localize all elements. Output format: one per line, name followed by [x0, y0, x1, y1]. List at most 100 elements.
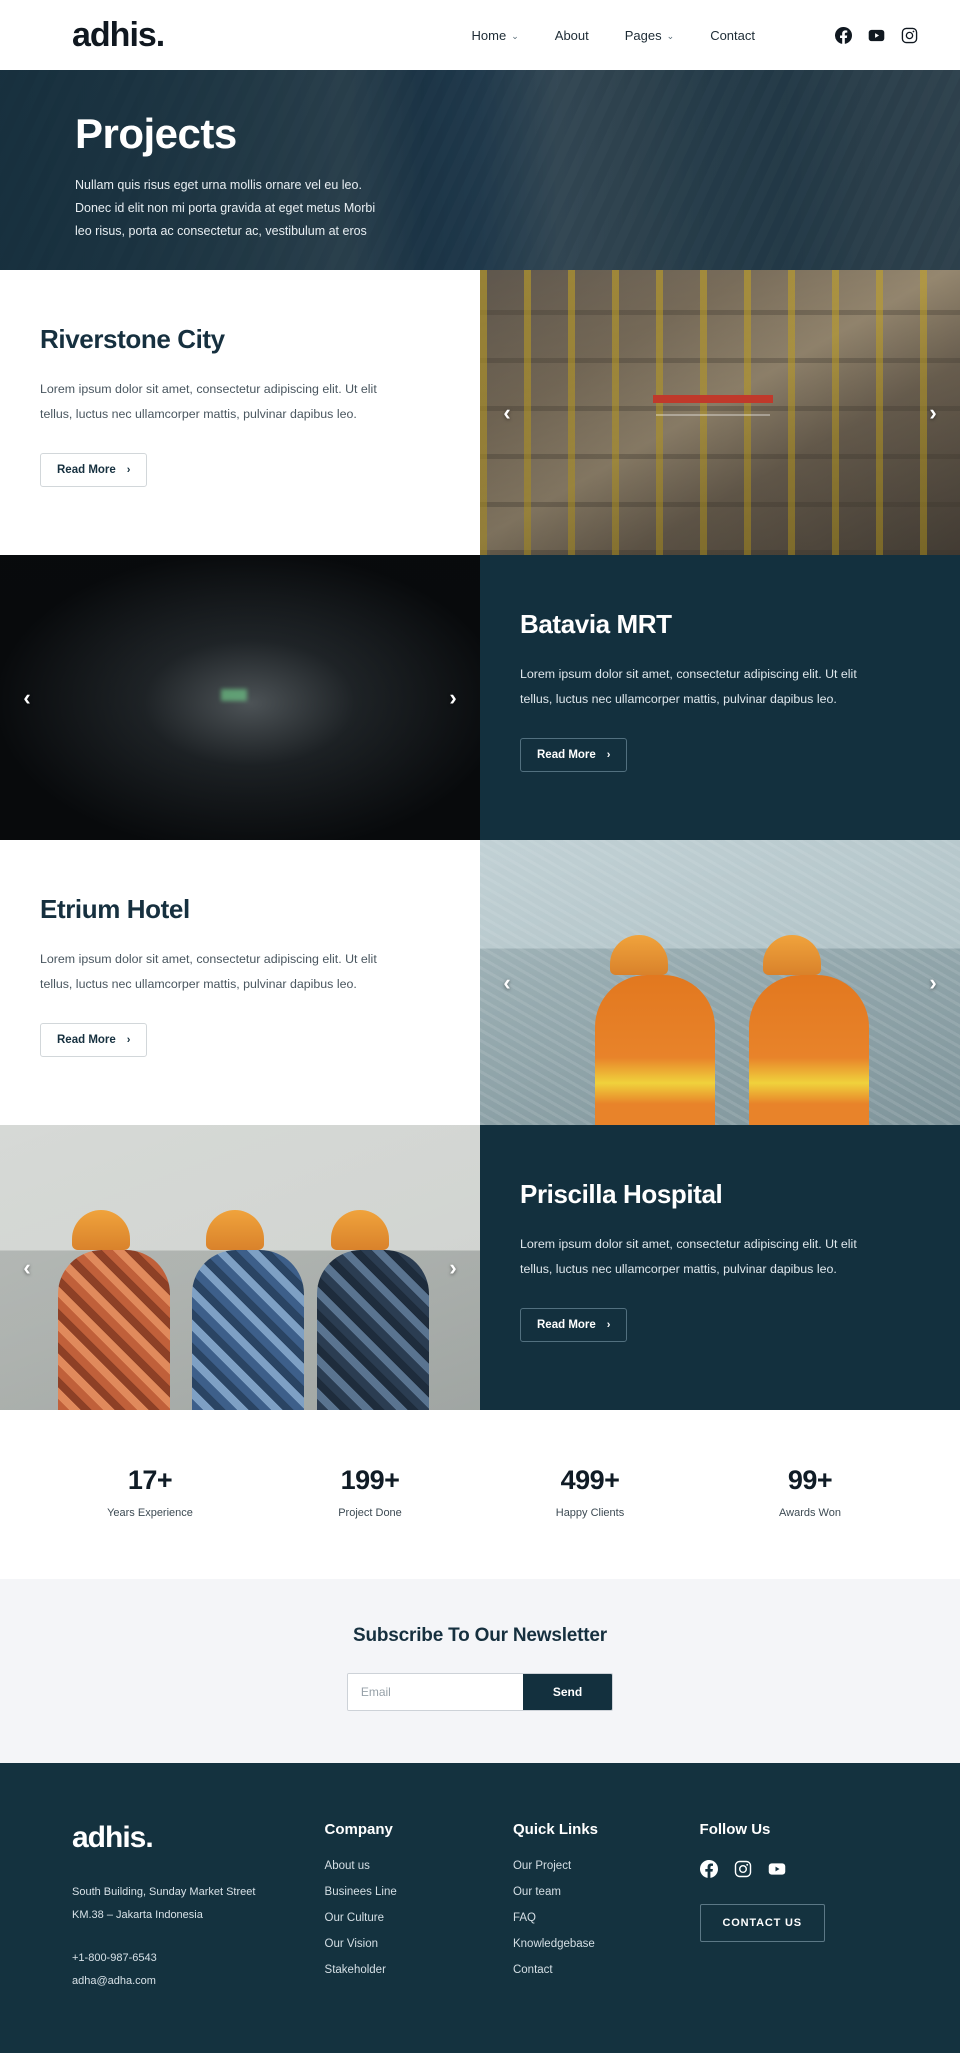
two-workers-orange-vests-photo: [480, 840, 960, 1125]
project-title: Batavia MRT: [520, 609, 672, 639]
nav-item-about[interactable]: About: [555, 28, 589, 43]
project-row-batavia-mrt: Batavia MRT Lorem ipsum dolor sit amet, …: [0, 555, 960, 840]
footer-link-contact[interactable]: Contact: [513, 1964, 700, 1976]
stat-value: 17+: [127, 1465, 173, 1495]
facebook-icon[interactable]: [835, 26, 852, 44]
footer-link-stakeholder[interactable]: Stakeholder: [325, 1964, 513, 1976]
address-line-2: KM.38 – Jakarta Indonesia: [72, 1909, 203, 1922]
nav-label: Home: [471, 27, 507, 43]
read-more-label: Read More: [537, 1318, 596, 1331]
slider-next-button[interactable]: ›: [440, 685, 466, 711]
stat-value: 499+: [560, 1465, 620, 1495]
read-more-button[interactable]: Read More ›: [40, 452, 148, 487]
facebook-icon[interactable]: [699, 1860, 718, 1878]
main-nav: Home ⌄ About Pages ⌄ Contact: [472, 26, 932, 44]
nav-item-contact[interactable]: Contact: [710, 28, 755, 43]
project-text-panel: Etrium Hotel Lorem ipsum dolor sit amet,…: [0, 840, 480, 1125]
brand-logo[interactable]: adhis.: [72, 16, 165, 55]
stat-label: Happy Clients: [555, 1507, 625, 1519]
nav-item-home[interactable]: Home ⌄: [472, 28, 519, 43]
chevron-down-icon: ⌄: [511, 30, 519, 41]
project-text-panel: Batavia MRT Lorem ipsum dolor sit amet, …: [480, 555, 960, 840]
slider-next-button[interactable]: ›: [920, 400, 946, 426]
read-more-button[interactable]: Read More ›: [520, 1307, 628, 1342]
project-image-panel: ‹ ›: [480, 840, 960, 1125]
project-description: Lorem ipsum dolor sit amet, consectetur …: [40, 382, 377, 421]
read-more-button[interactable]: Read More ›: [40, 1022, 148, 1057]
footer-link-faq[interactable]: FAQ: [513, 1912, 700, 1924]
instagram-icon[interactable]: [901, 27, 918, 44]
footer-link-our-vision[interactable]: Our Vision: [325, 1938, 513, 1950]
hero-description: Nullam quis risus eget urna mollis ornar…: [75, 174, 420, 243]
newsletter-section: Subscribe To Our Newsletter Send: [0, 1579, 960, 1763]
three-workers-blueprint-photo: [0, 1125, 480, 1410]
chevron-right-icon: ›: [126, 463, 131, 476]
email-address[interactable]: adha@adha.com: [72, 1970, 325, 1993]
footer-brand-column: adhis. South Building, Sunday Market Str…: [72, 1821, 325, 1993]
newsletter-title: Subscribe To Our Newsletter: [353, 1625, 607, 1646]
hero-description-line-1: Nullam quis risus eget urna mollis ornar…: [75, 178, 362, 193]
footer-link-our-project[interactable]: Our Project: [513, 1860, 700, 1872]
read-more-button[interactable]: Read More ›: [520, 737, 628, 772]
instagram-icon[interactable]: [734, 1860, 752, 1878]
footer-follow-heading: Follow Us: [699, 1821, 771, 1838]
hard-hat-icon: [72, 1210, 130, 1250]
slider-prev-button[interactable]: ‹: [14, 1255, 40, 1281]
send-button[interactable]: Send: [522, 1674, 613, 1710]
nav-item-pages[interactable]: Pages ⌄: [625, 28, 674, 43]
subway-tunnel-photo: [0, 555, 480, 840]
phone-number[interactable]: +1-800-987-6543: [72, 1947, 325, 1970]
slider-next-button[interactable]: ›: [920, 970, 946, 996]
stat-happy-clients: 499+ Happy Clients: [480, 1465, 700, 1519]
email-input[interactable]: [347, 1674, 523, 1710]
project-row-priscilla-hospital: Priscilla Hospital Lorem ipsum dolor sit…: [0, 1125, 960, 1410]
footer-social-links: [699, 1860, 888, 1878]
hero-description-line-2: Donec id elit non mi porta gravida at eg…: [75, 201, 376, 216]
footer-link-about-us[interactable]: About us: [325, 1860, 513, 1872]
worker-figure: [316, 1250, 429, 1410]
stat-label: Years Experience: [107, 1507, 193, 1519]
project-title: Riverstone City: [40, 324, 225, 354]
slider-prev-button[interactable]: ‹: [494, 970, 520, 996]
slider-prev-button[interactable]: ‹: [494, 400, 520, 426]
stats-section: 17+ Years Experience 199+ Project Done 4…: [0, 1410, 960, 1579]
stat-years-experience: 17+ Years Experience: [40, 1465, 260, 1519]
footer-link-our-culture[interactable]: Our Culture: [325, 1912, 513, 1924]
hard-hat-icon: [206, 1210, 265, 1250]
youtube-icon[interactable]: [768, 1860, 786, 1878]
hard-hat-icon: [609, 935, 668, 975]
newsletter-form: Send: [346, 1673, 614, 1711]
project-description: Lorem ipsum dolor sit amet, consectetur …: [520, 1237, 857, 1276]
site-header: adhis. Home ⌄ About Pages ⌄ Contact: [0, 0, 960, 70]
hero-content: Projects Nullam quis risus eget urna mol…: [0, 70, 960, 243]
footer-link-knowledgebase[interactable]: Knowledgebase: [513, 1938, 700, 1950]
footer-link-businees-line[interactable]: Businees Line: [325, 1886, 513, 1898]
worker-figure: [192, 1250, 304, 1410]
project-image-panel: ‹ ›: [0, 1125, 480, 1410]
project-row-etrium-hotel: Etrium Hotel Lorem ipsum dolor sit amet,…: [0, 840, 960, 1125]
stat-value: 99+: [787, 1465, 833, 1495]
contact-us-button[interactable]: CONTACT US: [699, 1904, 825, 1942]
youtube-icon[interactable]: [868, 27, 885, 44]
stat-project-done: 199+ Project Done: [260, 1465, 480, 1519]
slider-prev-button[interactable]: ‹: [14, 685, 40, 711]
stat-value: 199+: [340, 1465, 400, 1495]
hard-hat-icon: [331, 1210, 390, 1250]
project-row-riverstone-city: Riverstone City Lorem ipsum dolor sit am…: [0, 270, 960, 555]
read-more-label: Read More: [537, 748, 596, 761]
slider-next-button[interactable]: ›: [440, 1255, 466, 1281]
hard-hat-icon: [763, 935, 822, 975]
chevron-right-icon: ›: [606, 1318, 611, 1331]
worker-figure: [57, 1250, 170, 1410]
footer-quick-links-heading: Quick Links: [512, 1821, 599, 1838]
footer-link-our-team[interactable]: Our team: [513, 1886, 700, 1898]
footer-contact-info: +1-800-987-6543 adha@adha.com: [72, 1947, 325, 1993]
chevron-right-icon: ›: [126, 1033, 131, 1046]
nav-label: Contact: [710, 27, 755, 43]
project-text-panel: Riverstone City Lorem ipsum dolor sit am…: [0, 270, 480, 555]
address-line-1: South Building, Sunday Market Street: [72, 1886, 256, 1898]
stat-label: Project Done: [338, 1507, 402, 1519]
footer-logo[interactable]: adhis.: [72, 1821, 325, 1855]
project-text-panel: Priscilla Hospital Lorem ipsum dolor sit…: [480, 1125, 960, 1410]
stat-awards-won: 99+ Awards Won: [700, 1465, 920, 1519]
